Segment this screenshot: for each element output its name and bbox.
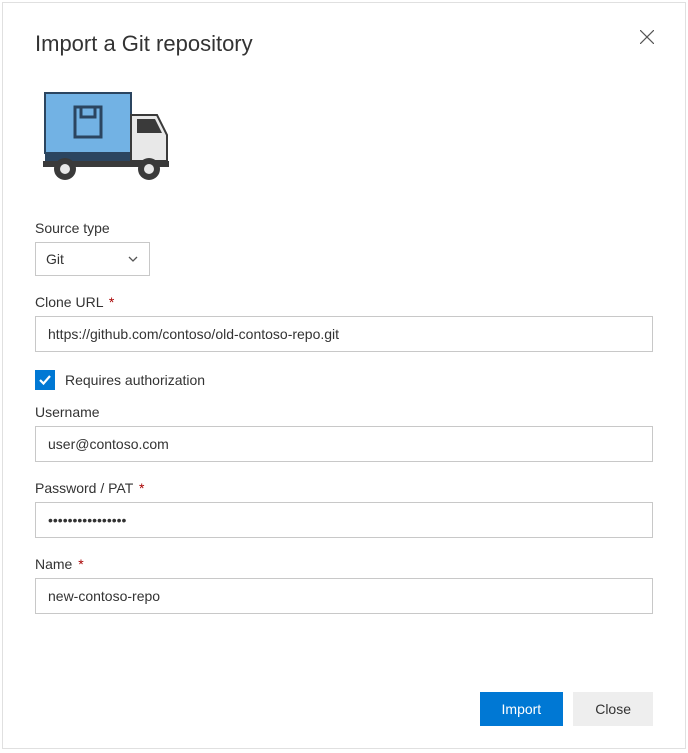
import-git-dialog: Import a Git repository (2, 2, 686, 749)
username-field: Username (35, 404, 653, 462)
password-field: Password / PAT * (35, 480, 653, 538)
clone-url-field: Clone URL * (35, 294, 653, 352)
name-label: Name * (35, 556, 653, 572)
dialog-title: Import a Git repository (35, 31, 653, 57)
requires-auth-label: Requires authorization (65, 372, 205, 388)
source-type-label: Source type (35, 220, 653, 236)
chevron-down-icon (127, 253, 139, 265)
name-field: Name * (35, 556, 653, 614)
required-marker: * (139, 480, 144, 496)
required-marker: * (78, 556, 83, 572)
username-label: Username (35, 404, 653, 420)
password-input[interactable] (35, 502, 653, 538)
source-type-value: Git (46, 251, 64, 267)
source-type-select[interactable]: Git (35, 242, 150, 276)
required-marker: * (109, 294, 114, 310)
username-input[interactable] (35, 426, 653, 462)
close-button[interactable]: Close (573, 692, 653, 726)
source-type-field: Source type Git (35, 220, 653, 276)
name-input[interactable] (35, 578, 653, 614)
dialog-buttons: Import Close (480, 692, 653, 726)
requires-auth-checkbox[interactable] (35, 370, 55, 390)
close-icon[interactable] (637, 27, 657, 47)
truck-illustration (35, 85, 653, 188)
import-button[interactable]: Import (480, 692, 564, 726)
password-label: Password / PAT * (35, 480, 653, 496)
clone-url-input[interactable] (35, 316, 653, 352)
clone-url-label: Clone URL * (35, 294, 653, 310)
requires-auth-row: Requires authorization (35, 370, 653, 390)
